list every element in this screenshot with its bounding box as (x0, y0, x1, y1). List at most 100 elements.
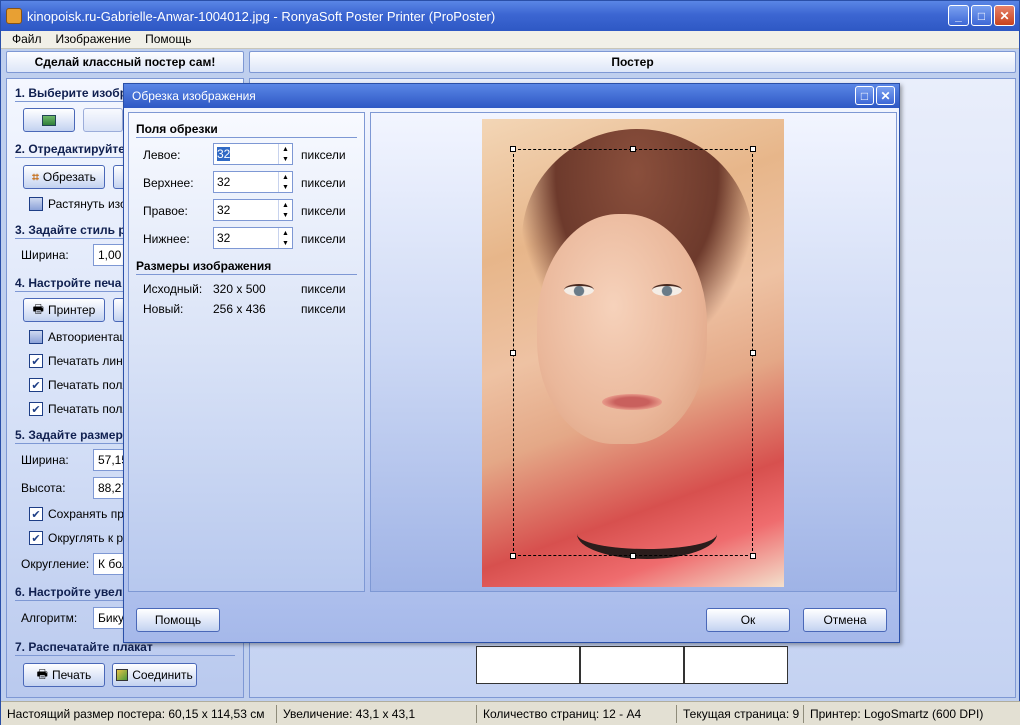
unit-label: пиксели (301, 176, 346, 190)
image-size-title: Размеры изображения (136, 259, 272, 273)
poster-page-tile[interactable] (684, 646, 788, 684)
new-size-label: Новый: (143, 302, 184, 316)
unit-label: пиксели (301, 232, 346, 246)
help-button[interactable]: Помощь (136, 608, 220, 632)
spin-down-icon[interactable]: ▼ (282, 184, 289, 191)
section-edit: 2. Отредактируйте (15, 142, 125, 156)
poster-height-label: Высота: (21, 481, 66, 495)
maximize-button[interactable]: □ (971, 5, 992, 26)
algorithm-label: Алгоритм: (21, 611, 78, 625)
crop-handle[interactable] (750, 350, 756, 356)
printer-icon: 🖶 (32, 301, 44, 316)
crop-handle[interactable] (750, 553, 756, 559)
new-size-value: 256 x 436 (213, 302, 266, 316)
join-icon (116, 669, 129, 681)
keep-proportions-checkbox[interactable]: ✔ (29, 507, 43, 521)
print-lines-checkbox[interactable]: ✔ (29, 354, 43, 368)
right-margin-spinner[interactable]: 32 ▲ ▼ (213, 199, 293, 221)
top-margin-value: 32 (217, 175, 231, 189)
spin-up-icon[interactable]: ▲ (282, 202, 289, 209)
section-style: 3. Задайте стиль р (15, 223, 126, 237)
section-print-setup: 4. Настройте печа (15, 276, 122, 290)
right-margin-value: 32 (217, 203, 231, 217)
rounding-label: Округление: (21, 557, 90, 571)
crop-handle[interactable] (630, 553, 636, 559)
crop-handle[interactable] (510, 146, 516, 152)
dialog-title: Обрезка изображения (132, 89, 256, 103)
auto-orientation-label: Автоориентац (48, 330, 127, 344)
poster-width-label: Ширина: (21, 453, 69, 467)
title-bar: kinopoisk.ru-Gabrielle-Anwar-1004012.jpg… (1, 1, 1019, 31)
minimize-button[interactable]: _ (948, 5, 969, 26)
unit-label: пиксели (301, 302, 346, 316)
menu-image[interactable]: Изображение (49, 31, 139, 48)
poster-page-tile[interactable] (580, 646, 684, 684)
main-window: kinopoisk.ru-Gabrielle-Anwar-1004012.jpg… (0, 0, 1020, 725)
crop-button-label: Обрезать (42, 170, 96, 184)
open-image-button[interactable] (23, 108, 75, 132)
unit-label: пиксели (301, 148, 346, 162)
top-margin-spinner[interactable]: 32 ▲ ▼ (213, 171, 293, 193)
right-header: Постер (249, 51, 1016, 73)
original-size-label: Исходный: (143, 282, 203, 296)
unit-label: пиксели (301, 204, 346, 218)
auto-orientation-checkbox[interactable] (29, 330, 43, 344)
right-margin-label: Правое: (143, 204, 188, 218)
divider (136, 137, 357, 138)
unit-label: пиксели (301, 282, 346, 296)
bottom-margin-label: Нижнее: (143, 232, 190, 246)
section-size: 5. Задайте размер (15, 428, 123, 442)
print-button[interactable]: 🖶 Печать (23, 663, 105, 687)
crop-button[interactable]: ⌗ Обрезать (23, 165, 105, 189)
window-title: kinopoisk.ru-Gabrielle-Anwar-1004012.jpg… (27, 8, 496, 24)
print-margins-label: Печатать поля (48, 378, 129, 392)
menu-help[interactable]: Помощь (138, 31, 198, 48)
close-button[interactable]: ✕ (994, 5, 1015, 26)
print-margins-checkbox[interactable]: ✔ (29, 378, 43, 392)
dialog-title-bar: Обрезка изображения □ ✕ (124, 84, 899, 108)
status-zoom: Увеличение: 43,1 x 43,1 (277, 704, 477, 723)
print-lines-label: Печатать лини (48, 354, 130, 368)
crop-handle[interactable] (510, 553, 516, 559)
keep-proportions-label: Сохранять про (48, 507, 131, 521)
bottom-margin-spinner[interactable]: 32 ▲ ▼ (213, 227, 293, 249)
left-margin-label: Левое: (143, 148, 181, 162)
poster-page-tile[interactable] (476, 646, 580, 684)
crop-rectangle[interactable] (513, 149, 753, 556)
round-checkbox[interactable]: ✔ (29, 531, 43, 545)
join-button[interactable]: Соединить (112, 663, 197, 687)
spin-down-icon[interactable]: ▼ (282, 240, 289, 247)
original-size-value: 320 x 500 (213, 282, 266, 296)
menu-file[interactable]: Файл (5, 31, 49, 48)
crop-handle[interactable] (510, 350, 516, 356)
spin-up-icon[interactable]: ▲ (282, 174, 289, 181)
crop-handle[interactable] (750, 146, 756, 152)
print-icon: 🖶 (36, 666, 48, 681)
paste-image-button[interactable] (83, 108, 123, 132)
app-icon (6, 8, 22, 24)
round-label: Округлять к р (48, 531, 124, 545)
spin-down-icon[interactable]: ▼ (282, 212, 289, 219)
menu-bar: Файл Изображение Помощь (1, 31, 1019, 49)
dialog-close-button[interactable]: ✕ (876, 86, 895, 105)
printer-button[interactable]: 🖶 Принтер (23, 298, 105, 322)
spin-up-icon[interactable]: ▲ (282, 230, 289, 237)
printer-button-label: Принтер (47, 303, 96, 317)
spin-down-icon[interactable]: ▼ (282, 156, 289, 163)
status-printer: Принтер: LogoSmartz (600 DPI) (810, 706, 984, 721)
cancel-button[interactable]: Отмена (803, 608, 887, 632)
stretch-checkbox[interactable] (29, 197, 43, 211)
print-margins2-checkbox[interactable]: ✔ (29, 402, 43, 416)
crop-handle[interactable] (630, 146, 636, 152)
width-label: Ширина: (21, 248, 69, 262)
spin-up-icon[interactable]: ▲ (282, 146, 289, 153)
crop-icon: ⌗ (32, 169, 39, 184)
crop-settings-panel: Поля обрезки Левое: 32 ▲ ▼ пиксели Верхнее… (128, 112, 365, 592)
join-button-label: Соединить (132, 668, 193, 682)
section-zoom: 6. Настройте увел (15, 585, 123, 599)
dialog-maximize-button[interactable]: □ (855, 86, 874, 105)
bottom-margin-value: 32 (217, 231, 231, 245)
left-margin-spinner[interactable]: 32 ▲ ▼ (213, 143, 293, 165)
crop-dialog: Обрезка изображения □ ✕ Поля обрезки Лев… (123, 83, 900, 643)
ok-button[interactable]: Ок (706, 608, 790, 632)
